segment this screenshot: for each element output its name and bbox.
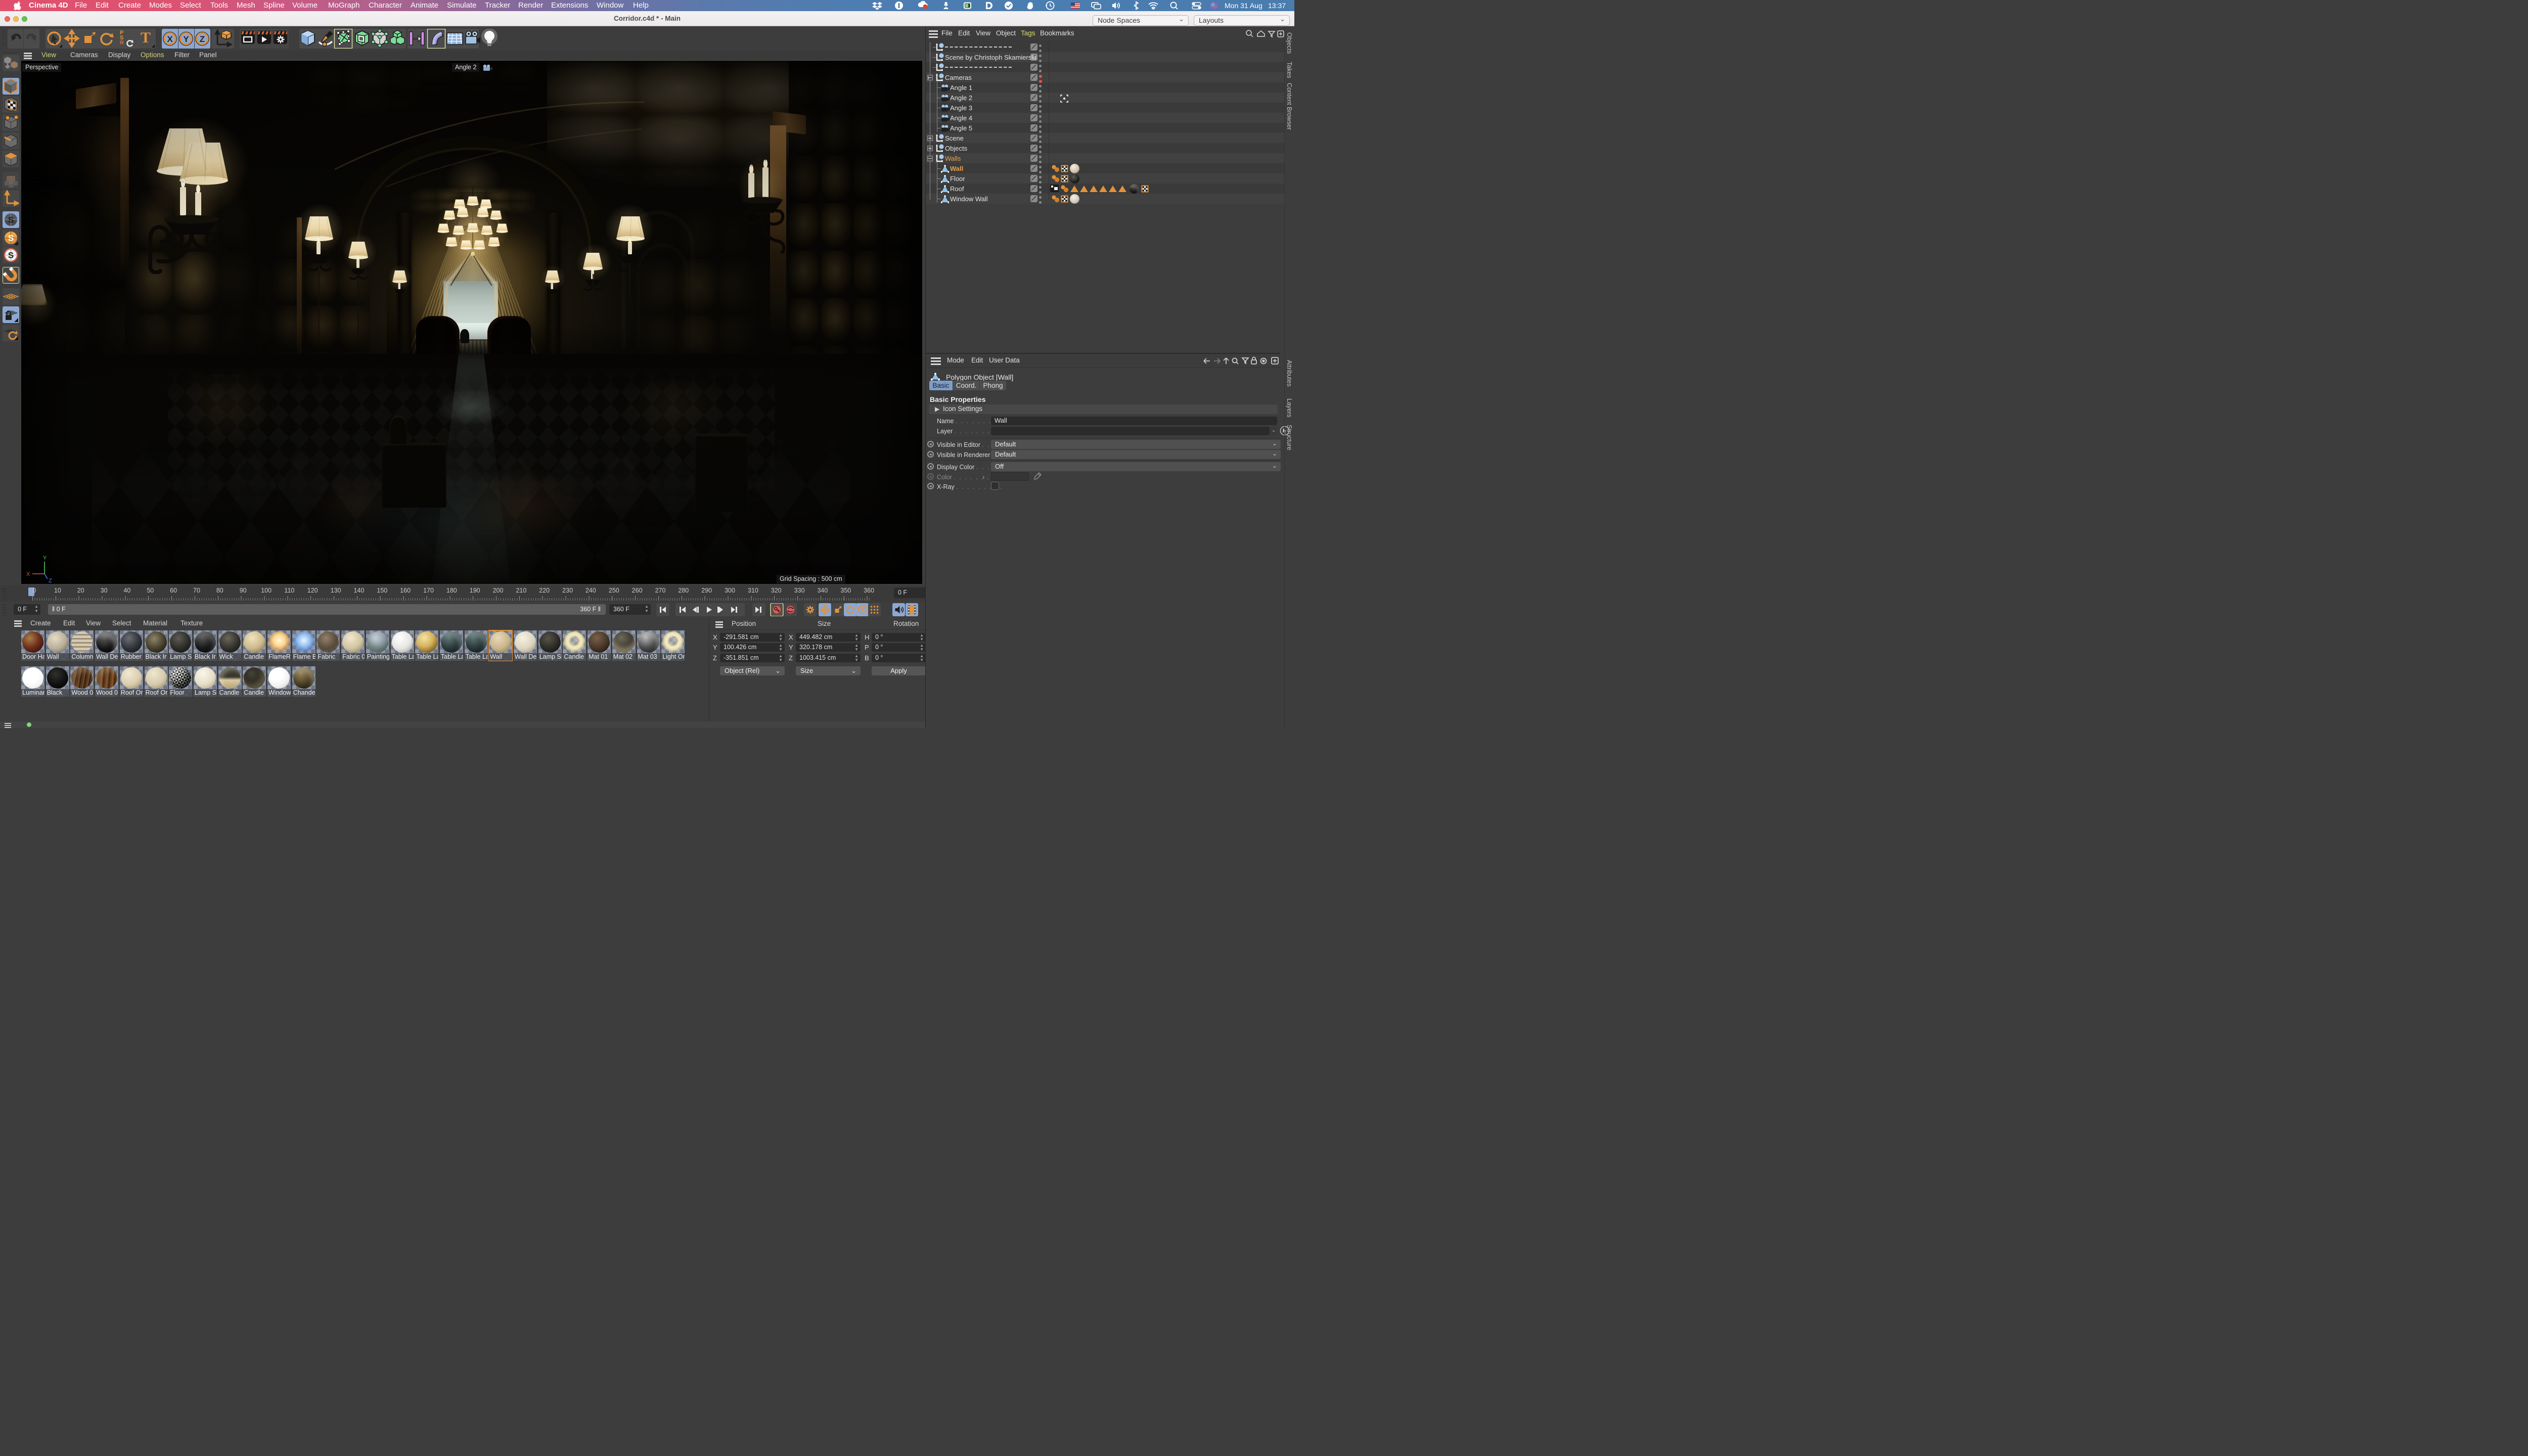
svg-text:X: X [26, 571, 30, 577]
svg-text:Y: Y [43, 555, 47, 561]
svg-text:Z: Z [200, 34, 205, 44]
svg-text:Z: Z [49, 578, 52, 583]
svg-text:X: X [167, 34, 173, 44]
svg-text:S: S [8, 215, 14, 225]
svg-text:Y: Y [183, 34, 189, 44]
svg-text:S: S [8, 251, 14, 260]
svg-text:S: S [8, 234, 14, 243]
svg-text:P: P [861, 608, 864, 614]
